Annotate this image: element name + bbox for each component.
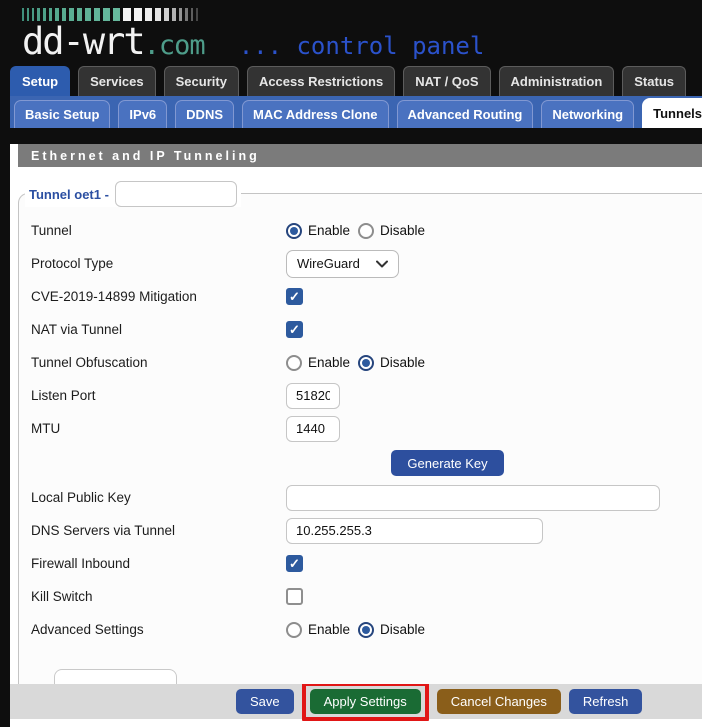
subtab-networking[interactable]: Networking	[541, 100, 634, 128]
form-row-advanced-settings: Advanced Settings Enable Disable	[19, 613, 702, 646]
tab-access-restrictions[interactable]: Access Restrictions	[247, 66, 395, 96]
form-row-tunnel-obfuscation: Tunnel Obfuscation Enable Disable	[19, 346, 702, 379]
advanced-disable-option[interactable]: Disable	[358, 622, 425, 638]
field-label: CVE-2019-14899 Mitigation	[31, 289, 286, 304]
form-row-mtu: MTU	[19, 412, 702, 445]
form-row-listen-port: Listen Port	[19, 379, 702, 412]
generate-key-button[interactable]: Generate Key	[391, 450, 504, 476]
logo: dd-wrt .com ... control panel	[22, 23, 702, 61]
advanced-enable-radio[interactable]	[286, 622, 302, 638]
obfuscation-disable-radio[interactable]	[358, 355, 374, 371]
protocol-type-value: WireGuard	[297, 256, 360, 271]
cve-mitigation-checkbox[interactable]	[286, 288, 303, 305]
section-title: Ethernet and IP Tunneling	[31, 149, 260, 163]
field-label: DNS Servers via Tunnel	[31, 523, 286, 538]
form-row-firewall-inbound: Firewall Inbound	[19, 547, 702, 580]
save-button[interactable]: Save	[236, 689, 294, 714]
tunnel-enable-option[interactable]: Enable	[286, 223, 350, 239]
firewall-inbound-checkbox[interactable]	[286, 555, 303, 572]
kill-switch-checkbox[interactable]	[286, 588, 303, 605]
form-row-generate-key: Generate Key	[19, 445, 702, 481]
field-label: Local Public Key	[31, 490, 286, 505]
field-label: MTU	[31, 421, 286, 436]
footer-bar: Save Apply Settings Cancel Changes Refre…	[10, 684, 702, 719]
refresh-button[interactable]: Refresh	[569, 689, 643, 714]
form-row-nat-via-tunnel: NAT via Tunnel	[19, 313, 702, 346]
apply-settings-highlight: Apply Settings	[302, 682, 429, 721]
tunnel-legend: Tunnel oet1 -	[25, 181, 241, 207]
field-label: Tunnel	[31, 223, 286, 238]
logo-text: dd-wrt	[22, 23, 144, 61]
obfuscation-enable-option[interactable]: Enable	[286, 355, 350, 371]
sub-nav: Basic Setup IPv6 DDNS MAC Address Clone …	[10, 96, 702, 128]
form-row-tunnel: Tunnel Enable Disable	[19, 214, 702, 247]
mtu-input[interactable]	[286, 416, 340, 442]
field-label: Protocol Type	[31, 256, 286, 271]
tunnel-fieldset: Tunnel oet1 - Tunnel Enable Disable Prot…	[18, 193, 702, 684]
form-row-protocol-type: Protocol Type WireGuard	[19, 247, 702, 280]
advanced-enable-option[interactable]: Enable	[286, 622, 350, 638]
tunnel-name-input[interactable]	[115, 181, 237, 207]
header: dd-wrt .com ... control panel	[0, 0, 702, 66]
apply-settings-button[interactable]: Apply Settings	[310, 689, 421, 714]
form-row-kill-switch: Kill Switch	[19, 580, 702, 613]
field-label: Advanced Settings	[31, 622, 286, 637]
field-label: Kill Switch	[31, 589, 286, 604]
form-row-local-public-key: Local Public Key	[19, 481, 702, 514]
nat-via-tunnel-checkbox[interactable]	[286, 321, 303, 338]
protocol-type-select[interactable]: WireGuard	[286, 250, 399, 278]
tab-services[interactable]: Services	[78, 66, 156, 96]
tab-security[interactable]: Security	[164, 66, 239, 96]
subtab-advanced-routing[interactable]: Advanced Routing	[397, 100, 534, 128]
obfuscation-disable-option[interactable]: Disable	[358, 355, 425, 371]
tunnel-disable-radio[interactable]	[358, 223, 374, 239]
cancel-changes-button[interactable]: Cancel Changes	[437, 689, 561, 714]
form-row-dns-servers: DNS Servers via Tunnel	[19, 514, 702, 547]
tab-setup[interactable]: Setup	[10, 66, 70, 96]
local-public-key-input[interactable]	[286, 485, 660, 511]
tunnel-legend-label: Tunnel oet1 -	[29, 187, 109, 202]
main-content: Ethernet and IP Tunneling Tunnel oet1 - …	[10, 144, 702, 727]
field-label: Firewall Inbound	[31, 556, 286, 571]
tunnel-enable-radio[interactable]	[286, 223, 302, 239]
form-row-cve-mitigation: CVE-2019-14899 Mitigation	[19, 280, 702, 313]
subtab-basic-setup[interactable]: Basic Setup	[14, 100, 110, 128]
tab-nat-qos[interactable]: NAT / QoS	[403, 66, 490, 96]
tab-administration[interactable]: Administration	[499, 66, 615, 96]
subtab-ddns[interactable]: DDNS	[175, 100, 234, 128]
field-label: NAT via Tunnel	[31, 322, 286, 337]
subtab-tunnels[interactable]: Tunnels	[642, 98, 702, 128]
listen-port-input[interactable]	[286, 383, 340, 409]
partially-visible-field	[54, 669, 177, 684]
logo-suffix: .com	[144, 30, 205, 61]
main-nav: Setup Services Security Access Restricti…	[0, 66, 702, 96]
chevron-down-icon	[376, 260, 388, 268]
field-label: Listen Port	[31, 388, 286, 403]
tab-status[interactable]: Status	[622, 66, 686, 96]
field-label: Tunnel Obfuscation	[31, 355, 286, 370]
subtab-ipv6[interactable]: IPv6	[118, 100, 167, 128]
tagline: ... control panel	[239, 32, 485, 60]
section-header: Ethernet and IP Tunneling	[18, 144, 702, 167]
subtab-mac-address-clone[interactable]: MAC Address Clone	[242, 100, 388, 128]
dns-servers-input[interactable]	[286, 518, 543, 544]
advanced-disable-radio[interactable]	[358, 622, 374, 638]
obfuscation-enable-radio[interactable]	[286, 355, 302, 371]
tunnel-disable-option[interactable]: Disable	[358, 223, 425, 239]
